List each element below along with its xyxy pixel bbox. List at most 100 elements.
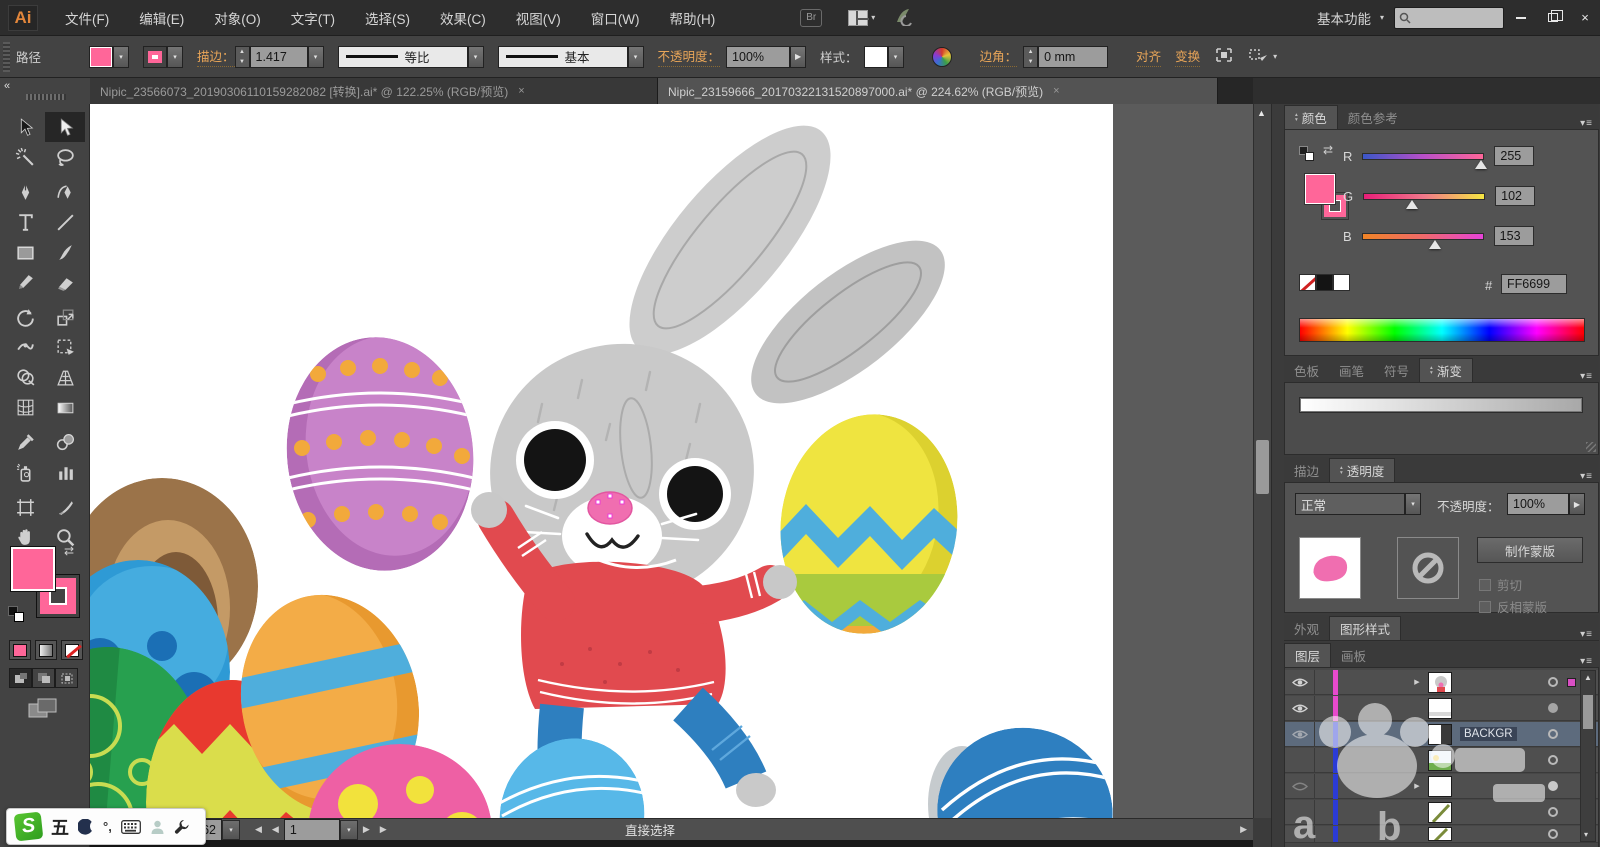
transform-link[interactable]: 变换 [1175,46,1200,67]
select-similar-icon[interactable] [1248,46,1270,67]
corner-stepper[interactable]: ▲▼ [1023,46,1038,68]
transparency-opacity-field[interactable]: 100% [1507,493,1569,515]
layer-row[interactable]: ▶ [1285,774,1598,799]
tab-stroke[interactable]: 描边 [1284,458,1329,482]
brush-definition-dropdown[interactable]: ▾ [628,46,644,68]
first-artboard-icon[interactable]: ◀ [250,824,267,835]
ime-mode-label[interactable]: 五 [51,814,69,840]
scrollbar-thumb[interactable] [1583,695,1593,729]
bridge-icon[interactable]: Br [800,9,822,27]
punctuation-toggle[interactable]: °, [103,819,112,834]
keyboard-icon[interactable] [121,820,141,834]
line-segment-tool[interactable] [45,207,85,237]
g-slider[interactable] [1363,193,1485,200]
none-swatch[interactable] [1299,274,1316,291]
scroll-down-icon[interactable]: ▾ [1584,830,1588,839]
direct-selection-tool[interactable] [45,112,85,142]
layer-row[interactable] [1285,748,1598,773]
invert-mask-checkbox[interactable]: 反相蒙版 [1479,597,1547,616]
menu-type[interactable]: 文字(T) [276,0,350,36]
target-circle[interactable] [1548,677,1558,687]
menu-view[interactable]: 视图(V) [501,0,576,36]
visibility-eye-icon[interactable] [1285,696,1315,721]
target-circle[interactable] [1548,807,1558,817]
width-tool[interactable] [5,332,45,362]
perspective-grid-tool[interactable] [45,362,85,392]
scale-tool[interactable] [45,302,85,332]
default-fill-stroke-icon[interactable] [8,606,24,622]
panel-menu-icon[interactable]: ▾≡ [1580,371,1599,382]
blend-mode-select[interactable]: 正常 [1295,493,1405,515]
color-button[interactable] [9,640,31,660]
eyedropper-tool[interactable] [5,427,45,457]
scroll-up-icon[interactable]: ▲ [1257,108,1266,118]
layer-row[interactable] [1285,800,1598,825]
mini-default-swatches[interactable] [1299,146,1314,161]
visibility-eye-icon[interactable] [1285,670,1315,695]
workspace-switcher[interactable]: 基本功能 ▾ [1307,8,1394,28]
opacity-dropdown[interactable]: ▶ [790,46,806,68]
vertical-scrollbar[interactable]: ▲ [1253,104,1271,818]
menu-object[interactable]: 对象(O) [199,0,276,36]
hex-field[interactable]: FF6699 [1501,274,1567,294]
scrollbar-thumb[interactable] [1256,440,1269,494]
toolbar-grip[interactable] [26,94,66,100]
paintbrush-tool[interactable] [45,237,85,267]
pencil-tool[interactable] [5,267,45,297]
panel-menu-icon[interactable]: ▾≡ [1580,629,1599,640]
column-graph-tool[interactable] [45,457,85,487]
document-tab-2[interactable]: Nipic_23159666_20170322131520897000.ai* … [658,78,1218,104]
scroll-up-icon[interactable]: ▲ [1584,673,1592,682]
tab-brushes[interactable]: 画笔 [1329,358,1374,382]
ime-toolbar[interactable]: S 五 °, [6,808,206,845]
menu-help[interactable]: 帮助(H) [654,0,730,36]
stroke-weight-stepper[interactable]: ▲▼ [235,46,250,68]
stroke-weight-dropdown[interactable]: ▾ [308,46,324,68]
b-slider[interactable] [1362,233,1484,240]
r-slider[interactable] [1362,153,1484,160]
make-mask-button[interactable]: 制作蒙版 [1477,537,1583,563]
symbol-sprayer-tool[interactable] [5,457,45,487]
fill-proxy[interactable] [1305,174,1335,204]
scroll-right-icon[interactable]: ▶ [1240,824,1247,835]
artboard-number-field[interactable]: 1 [284,819,340,841]
prev-artboard-icon[interactable]: ◀ [267,824,284,835]
tab-artboards[interactable]: 画板 [1331,643,1376,667]
document-tab-1[interactable]: Nipic_23566073_20190306110159282082 [转换]… [90,78,658,104]
tab-swatches[interactable]: 色板 [1284,358,1329,382]
gradient-preview-bar[interactable] [1299,397,1583,413]
blend-mode-dropdown[interactable]: ▾ [1405,493,1421,515]
search-input[interactable] [1415,11,1495,25]
visibility-eye-icon[interactable] [1285,722,1315,747]
curvature-pen-tool[interactable] [45,177,85,207]
layer-row-selected[interactable]: BACKGR [1285,722,1598,747]
width-profile-select[interactable]: 等比 [338,46,468,68]
layer-row[interactable]: ▶ [1285,670,1598,695]
close-icon[interactable]: × [1053,85,1059,97]
restore-button[interactable] [1538,6,1568,30]
corner-label[interactable]: 边角： [980,46,1018,67]
selection-tool[interactable] [5,112,45,142]
free-transform-tool[interactable] [45,332,85,362]
tab-transparency[interactable]: ▴▾ 透明度 [1329,458,1395,482]
cs-live-icon[interactable] [893,6,915,29]
artboard-tool[interactable] [5,492,45,522]
align-link[interactable]: 对齐 [1136,46,1161,67]
b-value-field[interactable]: 153 [1494,226,1534,246]
opacity-label[interactable]: 不透明度： [658,46,721,67]
rotate-tool[interactable] [5,302,45,332]
opacity-arrow[interactable]: ▶ [1569,493,1585,515]
slice-tool[interactable] [45,492,85,522]
isolate-selection-icon[interactable] [1214,46,1234,67]
clip-checkbox[interactable]: 剪切 [1479,575,1522,594]
last-artboard-icon[interactable]: ▶ [375,824,392,835]
stroke-dropdown[interactable]: ▾ [167,46,183,68]
selected-nose-path[interactable] [588,492,632,524]
gradient-tool[interactable] [45,392,85,422]
panel-menu-icon[interactable]: ▾≡ [1580,656,1599,667]
screen-mode-button[interactable] [26,696,60,727]
brush-definition-select[interactable]: 基本 [498,46,628,68]
menu-select[interactable]: 选择(S) [350,0,425,36]
stroke-color-swatch[interactable] [143,46,167,68]
stroke-weight-field[interactable]: 1.417 [250,46,308,68]
